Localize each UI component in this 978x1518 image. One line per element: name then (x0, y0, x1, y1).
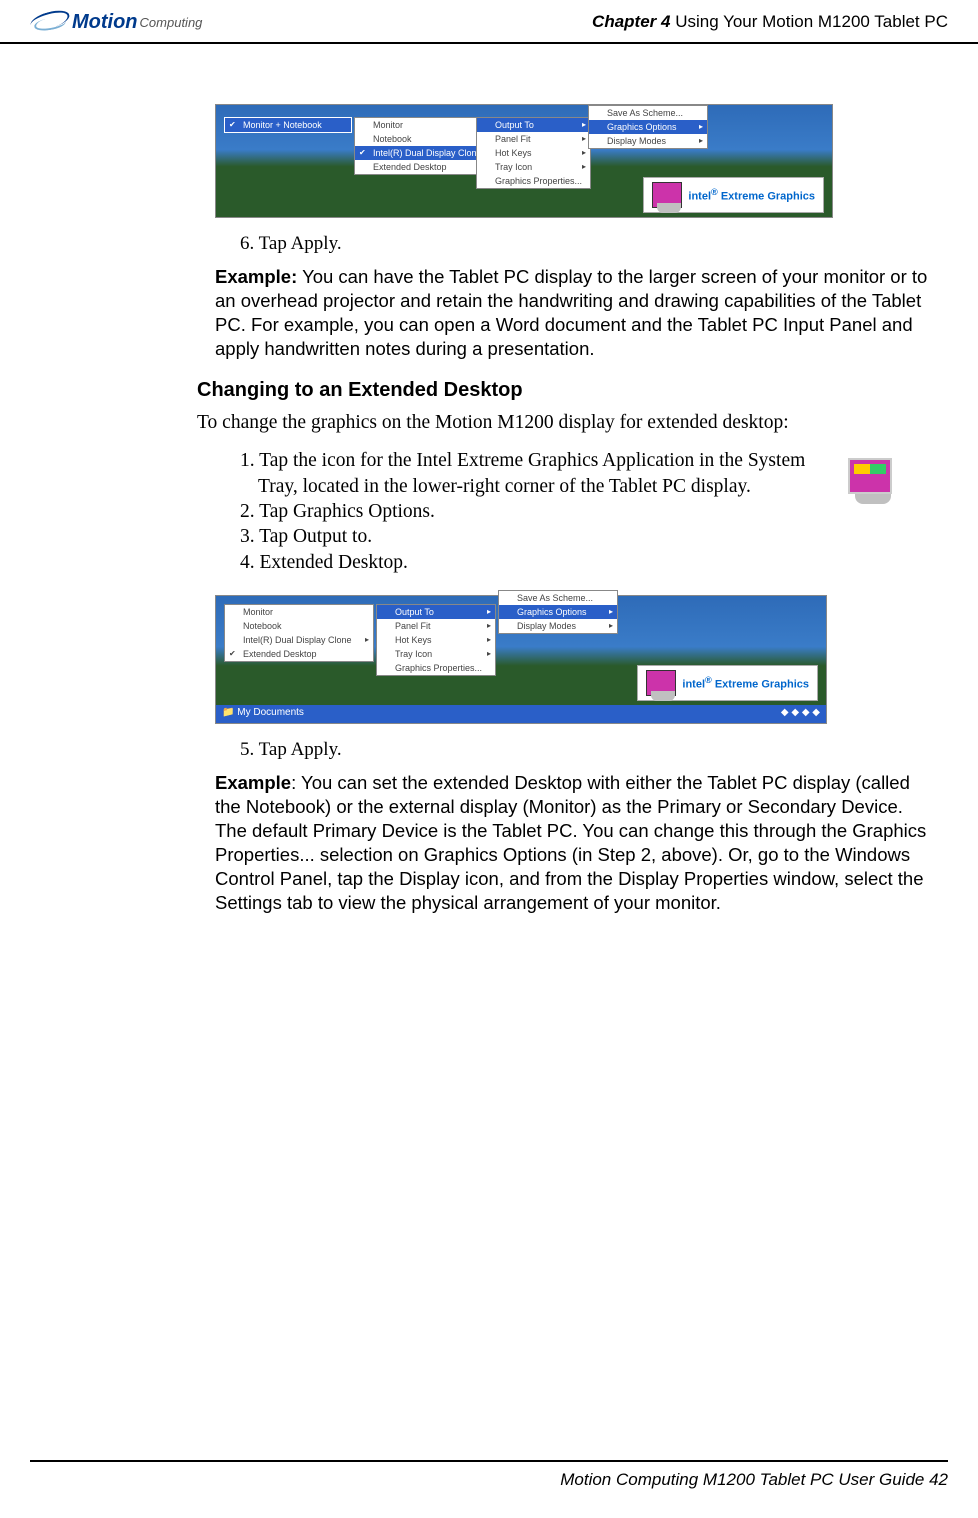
menu-item: Notebook (225, 619, 373, 633)
example-text: You can have the Tablet PC display to th… (215, 266, 927, 359)
menu-graphics-options: Output To Panel Fit Hot Keys Tray Icon G… (476, 117, 591, 189)
screenshot-graphics-menu-clone: Monitor + Notebook Monitor Notebook Inte… (215, 104, 833, 218)
screenshot-graphics-menu-extended: Monitor Notebook Intel(R) Dual Display C… (215, 595, 827, 724)
taskbar-item: 📁 My Documents (222, 707, 304, 721)
step-5: 5. Tap Apply. (240, 739, 938, 761)
logo-sub-text: Computing (140, 15, 203, 30)
menu-item: Tray Icon (477, 160, 590, 174)
example-paragraph-2: Example: You can set the extended Deskto… (215, 771, 938, 915)
menu-item: Output To (477, 118, 590, 132)
intel-tray-icon (848, 458, 898, 504)
menu-item: Graphics Properties... (377, 661, 495, 675)
menu-item: Graphics Options (589, 120, 707, 134)
monitor-icon (646, 670, 676, 696)
menu-item: Intel(R) Dual Display Clone (355, 146, 490, 160)
step-2: 2. Tap Graphics Options. (240, 499, 828, 524)
menu-item: Hot Keys (377, 633, 495, 647)
intel-graphics-logo: intel® Extreme Graphics (643, 177, 824, 213)
menu-item: Monitor (225, 605, 373, 619)
heading-extended-desktop: Changing to an Extended Desktop (197, 379, 938, 402)
chapter-number: Chapter 4 (592, 12, 670, 31)
menu-item: Extended Desktop (355, 160, 490, 174)
monitor-icon (652, 182, 682, 208)
systray-icons: ◆ ◆ ◆ ◆ (781, 707, 820, 721)
menu-item: Panel Fit (477, 132, 590, 146)
step-3: 3. Tap Output to. (240, 524, 828, 549)
menu-item: Tray Icon (377, 647, 495, 661)
menu-tray-root: Save As Scheme... Graphics Options Displ… (588, 105, 708, 149)
menu-item: Panel Fit (377, 619, 495, 633)
chapter-title: Chapter 4 Using Your Motion M1200 Tablet… (592, 12, 948, 32)
menu-item: Save As Scheme... (499, 591, 617, 605)
footer-title: Motion Computing M1200 Tablet PC User Gu… (560, 1470, 929, 1489)
step-6: 6. Tap Apply. (240, 233, 938, 255)
windows-taskbar: 📁 My Documents ◆ ◆ ◆ ◆ (216, 705, 826, 723)
example-label: Example (215, 772, 291, 793)
menu-graphics-options: Output To Panel Fit Hot Keys Tray Icon G… (376, 604, 496, 676)
page-number: 42 (929, 1470, 948, 1489)
menu-item: Graphics Options (499, 605, 617, 619)
menu-item: Graphics Properties... (477, 174, 590, 188)
menu-output-selection: Monitor + Notebook (224, 117, 352, 133)
menu-display-targets: Monitor Notebook Intel(R) Dual Display C… (354, 117, 491, 175)
step-4: 4. Extended Desktop. (240, 550, 828, 575)
example-text: : You can set the extended Desktop with … (215, 772, 926, 913)
intro-extended-desktop: To change the graphics on the Motion M12… (197, 412, 938, 434)
step-1: 1. Tap the icon for the Intel Extreme Gr… (240, 448, 828, 499)
menu-display-targets: Monitor Notebook Intel(R) Dual Display C… (224, 604, 374, 662)
chapter-name: Using Your Motion M1200 Tablet PC (670, 12, 948, 31)
menu-item: Hot Keys (477, 146, 590, 160)
menu-item: Notebook (355, 132, 490, 146)
example-paragraph-1: Example: You can have the Tablet PC disp… (215, 265, 938, 361)
menu-item: Extended Desktop (225, 647, 373, 661)
menu-item: Display Modes (499, 619, 617, 633)
example-label: Example: (215, 266, 297, 287)
intel-graphics-logo: intel® Extreme Graphics (637, 665, 818, 701)
logo-main-text: Motion (72, 11, 138, 34)
page-header: Motion Computing Chapter 4 Using Your Mo… (0, 0, 978, 44)
menu-item: Intel(R) Dual Display Clone (225, 633, 373, 647)
menu-tray-root: Save As Scheme... Graphics Options Displ… (498, 590, 618, 634)
logo-swoosh-icon (30, 10, 70, 34)
page-content: Monitor + Notebook Monitor Notebook Inte… (0, 44, 978, 915)
menu-item: Monitor + Notebook (225, 118, 351, 132)
menu-item: Monitor (355, 118, 490, 132)
intel-brand-text: intel® Extreme Graphics (688, 187, 815, 203)
intel-brand-text: intel® Extreme Graphics (682, 675, 809, 691)
steps-list: 1. Tap the icon for the Intel Extreme Gr… (240, 448, 938, 575)
menu-item: Display Modes (589, 134, 707, 148)
menu-item: Save As Scheme... (589, 106, 707, 120)
menu-item: Output To (377, 605, 495, 619)
logo: Motion Computing (30, 10, 202, 34)
page-footer: Motion Computing M1200 Tablet PC User Gu… (30, 1460, 948, 1490)
